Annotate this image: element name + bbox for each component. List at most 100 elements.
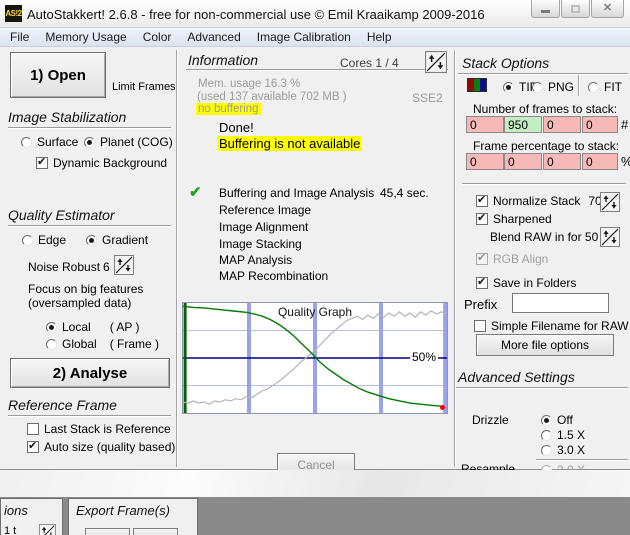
menu-color[interactable]: Color [143,30,172,44]
more-file-options-button[interactable]: More file options [476,334,614,356]
panel-divider [176,50,178,467]
checkbox-icon [476,211,488,225]
format-png-label: PNG [548,80,575,94]
checkbox-sharpened[interactable]: Sharpened [476,211,552,226]
checkbox-auto-size[interactable]: Auto size (quality based) [27,439,176,454]
memory-usage-line2: (used 137 available 702 MB ) [197,91,347,103]
focus-hint-line1: Focus on big features [28,282,144,296]
normalize-stepper[interactable] [600,192,620,212]
radio-icon [86,234,97,246]
radio-surface[interactable]: Surface [21,135,78,149]
noise-robust-label: Noise Robust [28,260,101,274]
quality-graph: Quality Graph 50% [182,302,448,414]
radio-planet-label: Planet (COG) [100,135,173,149]
checkbox-save-in-folders[interactable]: Save in Folders [476,275,577,290]
radio-local-suffix: ( AP ) [109,320,140,334]
dynamic-background-label: Dynamic Background [53,156,168,170]
checkbox-icon [27,439,39,453]
cores-label: Cores 1 / 4 [340,56,399,70]
menu-help[interactable]: Help [367,30,392,44]
checkbox-simple-filename[interactable]: Simple Filename for RAW [474,319,629,333]
noise-robust-stepper[interactable] [114,255,134,275]
end-point-dot [440,405,445,410]
percent-input-2[interactable] [504,153,542,170]
maximize-button[interactable] [561,0,590,18]
app-icon-text: AS!2 [5,9,22,18]
more-file-options-label: More file options [500,338,590,352]
menu-file[interactable]: File [10,30,29,44]
no-buffering-badge: no buffering [196,103,261,115]
format-divider [578,75,580,96]
checkbox-icon [36,155,48,169]
image-stabilization-heading: Image Stabilization [8,109,127,125]
resample-option-label: 3.0 X [557,463,586,470]
export-frames-heading: Export Frame(s) [76,503,170,518]
radio-icon [46,338,57,350]
checkbox-normalize-stack[interactable]: Normalize Stack 70% [476,193,612,208]
simple-filename-label: Simple Filename for RAW [491,319,629,333]
information-heading: Information [188,52,259,68]
analyse-button[interactable]: 2) Analyse [10,358,170,388]
menu-image-calibration[interactable]: Image Calibration [257,30,351,44]
cores-stepper[interactable] [425,51,447,73]
percent-input-3[interactable] [543,153,581,170]
focus-hint-line2: (oversampled data) [28,296,132,310]
radio-format-fit[interactable]: FIT [588,80,622,94]
checkbox-last-stack-reference[interactable]: Last Stack is Reference [27,422,171,436]
divider [186,69,448,70]
step-image-stacking: Image Stacking [219,237,302,251]
checkbox-icon [476,251,488,265]
frames-input-1[interactable] [466,116,504,133]
radio-global-frame[interactable]: Global ( Frame ) [46,337,159,351]
prefix-input[interactable] [512,293,609,313]
radio-icon [503,81,514,93]
blend-stepper[interactable] [600,227,620,247]
divider [462,183,626,184]
drizzle-off-label: Off [557,413,573,427]
close-button[interactable]: ✕ [591,0,624,18]
radio-edge[interactable]: Edge [22,233,66,247]
radio-drizzle-30x[interactable]: 3.0 X [541,443,585,457]
checkbox-icon [476,193,488,207]
auto-size-label: Auto size (quality based) [44,440,176,454]
export-button-1[interactable] [85,528,130,535]
menu-memory-usage[interactable]: Memory Usage [45,30,126,44]
prefix-label: Prefix [464,297,498,312]
step-reference-image: Reference Image [219,203,312,217]
cancel-button[interactable]: Cancel [277,453,355,470]
minimize-button[interactable] [531,0,560,18]
radio-global-label: Global [62,337,97,351]
blue-stripe [480,79,486,91]
radio-drizzle-15x[interactable]: 1.5 X [541,428,585,442]
partial-stepper[interactable] [39,524,56,535]
frames-input-2[interactable] [504,116,542,133]
radio-format-png[interactable]: PNG [532,80,574,94]
frames-input-4[interactable] [582,116,618,133]
radio-drizzle-off[interactable]: Off [541,413,573,427]
radio-local-ap[interactable]: Local ( AP ) [46,320,139,334]
step-buffering-analysis: Buffering and Image Analysis [219,186,375,200]
divider [8,415,171,416]
radio-gradient[interactable]: Gradient [86,233,148,247]
sse2-label: SSE2 [412,91,443,105]
radio-planet-cog[interactable]: Planet (COG) [84,135,173,149]
checkbox-dynamic-background[interactable]: Dynamic Background [36,155,168,170]
checkbox-icon [474,320,486,332]
step-map-recombination: MAP Recombination [219,269,329,283]
open-button[interactable]: 1) Open [10,52,106,98]
frames-input-3[interactable] [543,116,581,133]
frames-to-stack-label: Number of frames to stack: [473,102,618,116]
menu-bar: File Memory Usage Color Advanced Image C… [0,28,630,47]
menu-advanced[interactable]: Advanced [187,30,240,44]
divider [458,73,628,74]
resample-label: Resample [461,462,516,470]
normalize-stack-label: Normalize Stack [493,194,581,208]
percent-input-4[interactable] [582,153,618,170]
export-frames-panel: Export Frame(s) [68,498,198,535]
title-bar: AS!2 AutoStakkert! 2.6.8 - free for non-… [0,0,630,28]
percent-input-1[interactable] [466,153,504,170]
quality-graph-canvas [183,303,447,413]
export-button-2[interactable] [133,528,178,535]
partial-text-fragment: 1 t [4,525,17,535]
save-in-folders-label: Save in Folders [493,276,577,290]
